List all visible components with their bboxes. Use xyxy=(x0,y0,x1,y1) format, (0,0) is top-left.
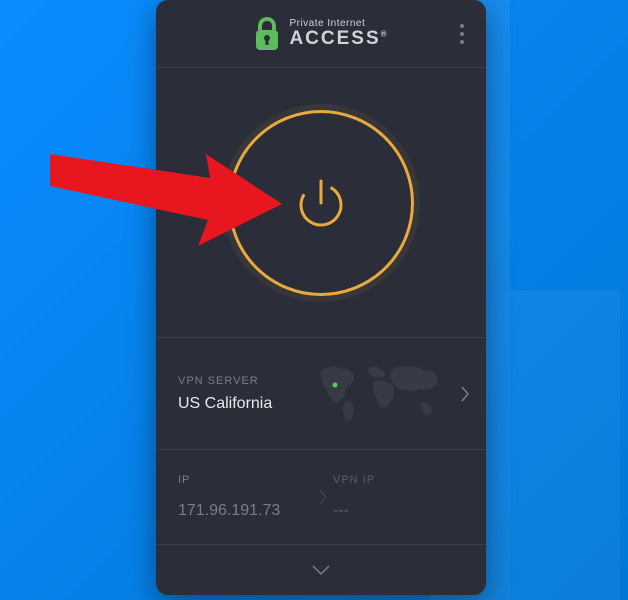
power-button[interactable] xyxy=(228,110,414,296)
ip-section: IP 171.96.191.73 VPN IP --- xyxy=(156,450,486,545)
header: Private Internet ACCESS® xyxy=(156,0,486,68)
chevron-right-icon xyxy=(460,385,470,403)
brand-line2: ACCESS® xyxy=(289,29,388,48)
server-location-dot xyxy=(333,382,338,387)
app-window: Private Internet ACCESS® VPN SERVER US C… xyxy=(156,0,486,595)
power-icon xyxy=(291,173,351,233)
arrow-right-icon xyxy=(318,488,328,506)
brand-text: Private Internet ACCESS® xyxy=(289,19,388,48)
vpn-ip-column: VPN IP --- xyxy=(309,468,464,526)
brand-logo: Private Internet ACCESS® xyxy=(253,17,388,51)
vpn-ip-value: --- xyxy=(333,502,464,520)
chevron-down-icon xyxy=(311,564,331,576)
ip-label: IP xyxy=(178,474,309,486)
expand-button[interactable] xyxy=(156,545,486,595)
power-section xyxy=(156,68,486,338)
world-map-icon xyxy=(313,359,448,429)
lock-icon xyxy=(253,17,281,51)
server-selector[interactable]: VPN SERVER US California xyxy=(156,338,486,450)
ip-column: IP 171.96.191.73 xyxy=(178,468,309,526)
ip-value: 171.96.191.73 xyxy=(178,502,309,520)
desktop-decoration xyxy=(510,290,620,600)
vpn-ip-label: VPN IP xyxy=(333,474,464,486)
menu-button[interactable] xyxy=(454,18,470,50)
